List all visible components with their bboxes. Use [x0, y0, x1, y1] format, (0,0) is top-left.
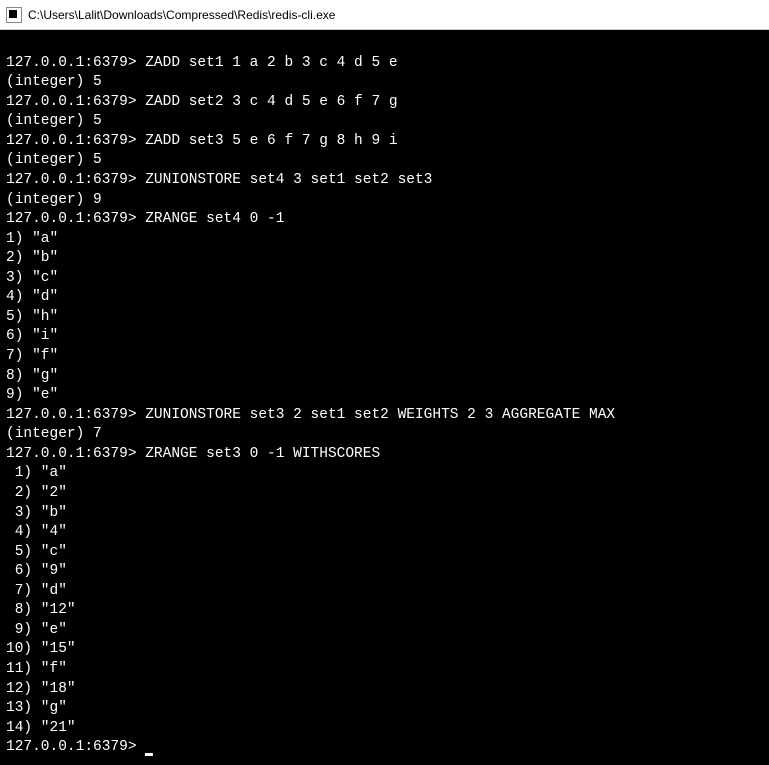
terminal-line: 11) "f": [6, 660, 763, 680]
terminal-output[interactable]: 127.0.0.1:6379> ZADD set1 1 a 2 b 3 c 4 …: [0, 30, 769, 765]
current-prompt: 127.0.0.1:6379>: [6, 739, 145, 755]
terminal-line: 9) "e": [6, 386, 763, 406]
terminal-line: 127.0.0.1:6379> ZRANGE set3 0 -1 WITHSCO…: [6, 445, 763, 465]
app-icon: [6, 7, 22, 23]
terminal-line: 127.0.0.1:6379> ZADD set2 3 c 4 d 5 e 6 …: [6, 93, 763, 113]
terminal-line: 127.0.0.1:6379> ZADD set1 1 a 2 b 3 c 4 …: [6, 54, 763, 74]
terminal-line: (integer) 5: [6, 112, 763, 132]
title-bar[interactable]: C:\Users\Lalit\Downloads\Compressed\Redi…: [0, 0, 769, 30]
terminal-line: 127.0.0.1:6379> ZRANGE set4 0 -1: [6, 210, 763, 230]
terminal-line: 127.0.0.1:6379> ZUNIONSTORE set4 3 set1 …: [6, 171, 763, 191]
terminal-line: 7) "d": [6, 582, 763, 602]
terminal-line: 3) "c": [6, 269, 763, 289]
terminal-line: (integer) 5: [6, 151, 763, 171]
terminal-line: 6) "9": [6, 562, 763, 582]
terminal-line: 10) "15": [6, 640, 763, 660]
terminal-line: 1) "a": [6, 464, 763, 484]
terminal-line: 4) "d": [6, 288, 763, 308]
terminal-line: 127.0.0.1:6379> ZUNIONSTORE set3 2 set1 …: [6, 406, 763, 426]
terminal-line: 6) "i": [6, 327, 763, 347]
terminal-line: 9) "e": [6, 621, 763, 641]
terminal-line: 127.0.0.1:6379> ZADD set3 5 e 6 f 7 g 8 …: [6, 132, 763, 152]
terminal-line: 8) "g": [6, 367, 763, 387]
cursor-icon: [145, 753, 153, 756]
terminal-line: 5) "h": [6, 308, 763, 328]
terminal-line: 7) "f": [6, 347, 763, 367]
terminal-line: 2) "b": [6, 249, 763, 269]
terminal-line: (integer) 5: [6, 73, 763, 93]
window-title: C:\Users\Lalit\Downloads\Compressed\Redi…: [28, 8, 335, 22]
terminal-line: 3) "b": [6, 504, 763, 524]
terminal-line: (integer) 9: [6, 191, 763, 211]
terminal-line: 8) "12": [6, 601, 763, 621]
terminal-line: 14) "21": [6, 719, 763, 739]
terminal-line: 12) "18": [6, 680, 763, 700]
terminal-line: 2) "2": [6, 484, 763, 504]
terminal-line: (integer) 7: [6, 425, 763, 445]
terminal-line: 1) "a": [6, 230, 763, 250]
terminal-line: 4) "4": [6, 523, 763, 543]
terminal-line: 5) "c": [6, 543, 763, 563]
terminal-line: 13) "g": [6, 699, 763, 719]
